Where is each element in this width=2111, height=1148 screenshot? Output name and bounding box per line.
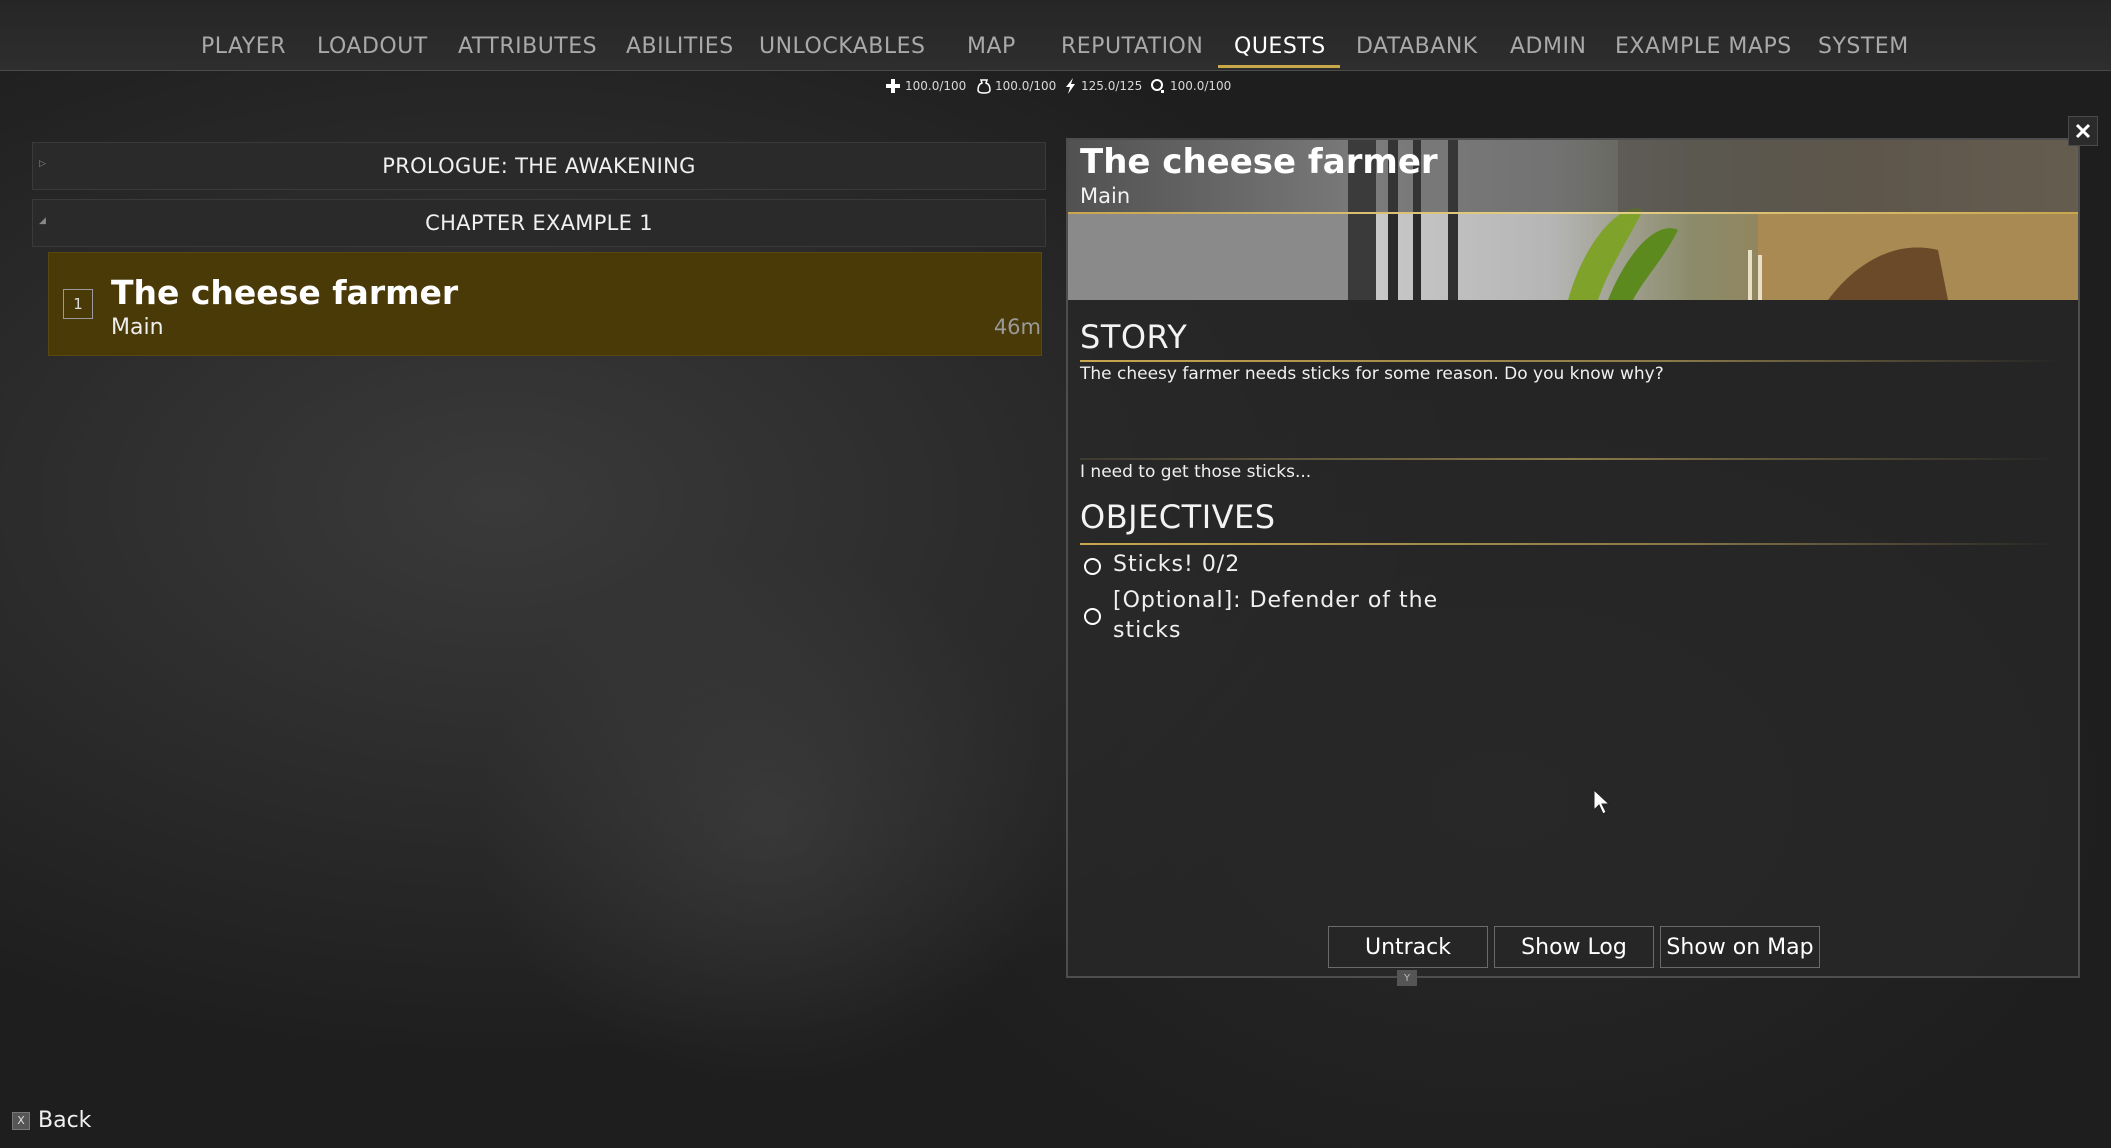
quest-number-badge: 1 — [63, 289, 93, 319]
tab-admin[interactable]: ADMIN — [1510, 34, 1586, 59]
objectives-divider — [1080, 543, 2060, 545]
tab-loadout[interactable]: LOADOUT — [317, 34, 428, 59]
chevron-right-icon: ▷ — [39, 159, 47, 169]
objective-item: [Optional]: Defender of the sticks — [1084, 586, 1443, 646]
stat-energy-value: 125.0/125 — [1081, 79, 1143, 93]
objectives-heading: OBJECTIVES — [1080, 498, 1276, 536]
story-heading: STORY — [1080, 318, 1188, 356]
tab-unlockables[interactable]: UNLOCKABLES — [759, 34, 926, 59]
story-divider — [1080, 360, 2060, 362]
untrack-button[interactable]: Untrack — [1328, 926, 1488, 968]
back-label: Back — [38, 1108, 92, 1133]
objective-text: [Optional]: Defender of the sticks — [1113, 588, 1439, 643]
nav-tabs: PLAYER LOADOUT ATTRIBUTES ABILITIES UNLO… — [0, 0, 2111, 70]
chapter-label: PROLOGUE: THE AWAKENING — [382, 154, 696, 178]
story-text: The cheesy farmer needs sticks for some … — [1080, 364, 1664, 384]
energy-bolt-icon — [1066, 78, 1075, 94]
quest-type: Main — [111, 315, 164, 340]
chapter-example-1[interactable]: ◢ CHAPTER EXAMPLE 1 — [32, 199, 1046, 247]
tab-reputation[interactable]: REPUTATION — [1061, 34, 1203, 59]
oxygen-icon — [1151, 79, 1164, 93]
tab-player[interactable]: PLAYER — [201, 34, 286, 59]
active-tab-indicator — [1218, 65, 1340, 68]
log-divider — [1080, 458, 2060, 460]
show-log-button[interactable]: Show Log — [1494, 926, 1654, 968]
tab-databank[interactable]: DATABANK — [1356, 34, 1478, 59]
objective-incomplete-icon — [1084, 558, 1101, 575]
chevron-down-icon: ◢ — [39, 216, 47, 226]
tab-quests[interactable]: QUESTS — [1234, 34, 1326, 59]
stat-hunger: 100.0/100 — [977, 78, 1056, 94]
quest-list-item-selected[interactable]: 1 The cheese farmer Main 46m — [48, 252, 1042, 356]
objective-text: Sticks! 0/2 — [1113, 552, 1241, 577]
stat-energy: 125.0/125 — [1065, 78, 1142, 94]
untrack-key-hint: Y — [1397, 970, 1417, 986]
quest-banner-image: The cheese farmer Main — [1068, 140, 2078, 300]
quest-log-text: I need to get those sticks... — [1080, 462, 1312, 482]
chapter-label: CHAPTER EXAMPLE 1 — [425, 211, 653, 235]
stat-oxygen: 100.0/100 — [1150, 78, 1231, 94]
objective-item: Sticks! 0/2 — [1084, 550, 1443, 580]
tab-abilities[interactable]: ABILITIES — [626, 34, 734, 59]
objective-incomplete-icon — [1084, 608, 1101, 625]
back-key-hint: X — [12, 1111, 30, 1130]
tab-example-maps[interactable]: EXAMPLE MAPS — [1615, 34, 1792, 59]
stat-health-value: 100.0/100 — [905, 79, 967, 93]
hunger-bag-icon — [977, 79, 991, 94]
show-on-map-button[interactable]: Show on Map — [1660, 926, 1820, 968]
close-icon — [2075, 123, 2091, 139]
chapter-prologue[interactable]: ▷ PROLOGUE: THE AWAKENING — [32, 142, 1046, 190]
detail-quest-type: Main — [1080, 184, 1131, 208]
tab-system[interactable]: SYSTEM — [1818, 34, 1909, 59]
stat-oxygen-value: 100.0/100 — [1170, 79, 1232, 93]
quest-detail-panel: The cheese farmer Main STORY The cheesy … — [1066, 138, 2080, 986]
quest-distance: 46m — [993, 315, 1041, 339]
top-nav-bar: PLAYER LOADOUT ATTRIBUTES ABILITIES UNLO… — [0, 0, 2111, 71]
back-button[interactable]: X Back — [12, 1108, 91, 1133]
tab-attributes[interactable]: ATTRIBUTES — [458, 34, 597, 59]
stat-hunger-value: 100.0/100 — [995, 79, 1057, 93]
mouse-cursor-icon — [1592, 788, 1616, 820]
close-button[interactable] — [2068, 116, 2098, 146]
stat-health: 100.0/100 — [885, 78, 966, 94]
quest-title: The cheese farmer — [111, 273, 459, 312]
banner-divider — [1068, 212, 2078, 214]
tab-map[interactable]: MAP — [967, 34, 1016, 59]
detail-quest-title: The cheese farmer — [1080, 142, 1438, 182]
health-cross-icon — [886, 79, 900, 93]
